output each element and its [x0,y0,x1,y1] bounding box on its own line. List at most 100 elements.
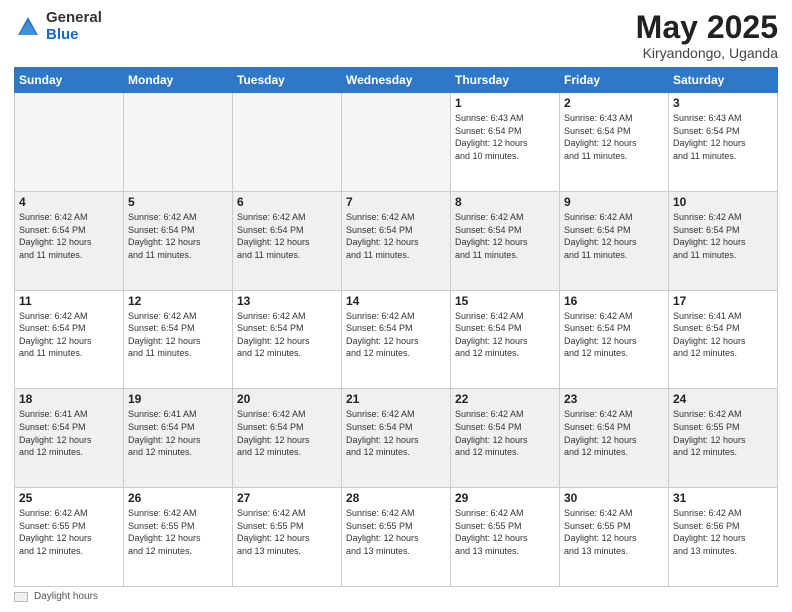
day-info: Sunrise: 6:42 AM Sunset: 6:54 PM Dayligh… [455,408,555,458]
day-info: Sunrise: 6:42 AM Sunset: 6:54 PM Dayligh… [237,211,337,261]
day-number: 15 [455,294,555,308]
day-number: 5 [128,195,228,209]
table-row: 25 Sunrise: 6:42 AM Sunset: 6:55 PM Dayli… [15,488,124,587]
table-row: 13 Sunrise: 6:42 AM Sunset: 6:54 PM Dayli… [233,290,342,389]
day-info: Sunrise: 6:42 AM Sunset: 6:54 PM Dayligh… [237,310,337,360]
table-row: 28Sunrise: 6:42 AM Sunset: 6:55 PM Dayli… [342,488,451,587]
daylight-box [14,592,28,602]
col-sunday: Sunday [15,68,124,93]
day-number: 13 [237,294,337,308]
day-number: 1 [455,96,555,110]
calendar-week-0: 1Sunrise: 6:43 AM Sunset: 6:54 PM Daylig… [15,93,778,192]
table-row: 30 Sunrise: 6:42 AM Sunset: 6:55 PM Dayli… [560,488,669,587]
day-info: Sunrise: 6:42 AM Sunset: 6:54 PM Dayligh… [346,310,446,360]
day-number: 3 [673,96,773,110]
day-number: 10 [673,195,773,209]
calendar-table: Sunday Monday Tuesday Wednesday Thursday… [14,67,778,587]
day-number: 20 [237,392,337,406]
day-info: Sunrise: 6:42 AM Sunset: 6:54 PM Dayligh… [564,408,664,458]
day-number: 12 [128,294,228,308]
table-row: 17 Sunrise: 6:41 AM Sunset: 6:54 PM Dayli… [669,290,778,389]
day-info: Sunrise: 6:41 AM Sunset: 6:54 PM Dayligh… [19,408,119,458]
table-row: 29Sunrise: 6:42 AM Sunset: 6:55 PM Dayli… [451,488,560,587]
day-number: 28 [346,491,446,505]
table-row: 6 Sunrise: 6:42 AM Sunset: 6:54 PM Daylig… [233,191,342,290]
calendar-week-1: 4Sunrise: 6:42 AM Sunset: 6:54 PM Daylig… [15,191,778,290]
table-row [342,93,451,192]
day-info: Sunrise: 6:42 AM Sunset: 6:54 PM Dayligh… [673,211,773,261]
table-row: 8Sunrise: 6:42 AM Sunset: 6:54 PM Daylig… [451,191,560,290]
col-monday: Monday [124,68,233,93]
day-number: 17 [673,294,773,308]
day-info: Sunrise: 6:42 AM Sunset: 6:54 PM Dayligh… [455,211,555,261]
calendar-week-4: 25 Sunrise: 6:42 AM Sunset: 6:55 PM Dayli… [15,488,778,587]
table-row: 1Sunrise: 6:43 AM Sunset: 6:54 PM Daylig… [451,93,560,192]
day-number: 31 [673,491,773,505]
day-info: Sunrise: 6:42 AM Sunset: 6:55 PM Dayligh… [673,408,773,458]
day-number: 25 [19,491,119,505]
table-row [233,93,342,192]
day-info: Sunrise: 6:42 AM Sunset: 6:54 PM Dayligh… [237,408,337,458]
logo-general: General [46,9,102,26]
col-wednesday: Wednesday [342,68,451,93]
table-row: 18Sunrise: 6:41 AM Sunset: 6:54 PM Dayli… [15,389,124,488]
table-row: 3Sunrise: 6:43 AM Sunset: 6:54 PM Daylig… [669,93,778,192]
table-row: 22 Sunrise: 6:42 AM Sunset: 6:54 PM Dayli… [451,389,560,488]
day-info: Sunrise: 6:41 AM Sunset: 6:54 PM Dayligh… [673,310,773,360]
title-block: May 2025 Kiryandongo, Uganda [636,10,778,61]
table-row [124,93,233,192]
day-info: Sunrise: 6:42 AM Sunset: 6:55 PM Dayligh… [455,507,555,557]
table-row: 14Sunrise: 6:42 AM Sunset: 6:54 PM Dayli… [342,290,451,389]
table-row: 24 Sunrise: 6:42 AM Sunset: 6:55 PM Dayli… [669,389,778,488]
calendar-header-row: Sunday Monday Tuesday Wednesday Thursday… [15,68,778,93]
col-saturday: Saturday [669,68,778,93]
day-number: 21 [346,392,446,406]
table-row: 19Sunrise: 6:41 AM Sunset: 6:54 PM Dayli… [124,389,233,488]
logo: General Blue [14,10,102,43]
col-tuesday: Tuesday [233,68,342,93]
table-row: 4Sunrise: 6:42 AM Sunset: 6:54 PM Daylig… [15,191,124,290]
day-info: Sunrise: 6:42 AM Sunset: 6:55 PM Dayligh… [237,507,337,557]
table-row: 9 Sunrise: 6:42 AM Sunset: 6:54 PM Daylig… [560,191,669,290]
day-number: 2 [564,96,664,110]
table-row: 21Sunrise: 6:42 AM Sunset: 6:54 PM Dayli… [342,389,451,488]
day-info: Sunrise: 6:42 AM Sunset: 6:54 PM Dayligh… [19,211,119,261]
page: General Blue May 2025 Kiryandongo, Ugand… [0,0,792,612]
day-number: 6 [237,195,337,209]
table-row: 10 Sunrise: 6:42 AM Sunset: 6:54 PM Dayli… [669,191,778,290]
day-info: Sunrise: 6:42 AM Sunset: 6:55 PM Dayligh… [564,507,664,557]
day-info: Sunrise: 6:42 AM Sunset: 6:54 PM Dayligh… [564,211,664,261]
day-number: 24 [673,392,773,406]
col-thursday: Thursday [451,68,560,93]
calendar-week-2: 11 Sunrise: 6:42 AM Sunset: 6:54 PM Dayli… [15,290,778,389]
table-row: 26 Sunrise: 6:42 AM Sunset: 6:55 PM Dayli… [124,488,233,587]
day-info: Sunrise: 6:42 AM Sunset: 6:55 PM Dayligh… [128,507,228,557]
day-info: Sunrise: 6:42 AM Sunset: 6:55 PM Dayligh… [19,507,119,557]
day-number: 22 [455,392,555,406]
table-row: 23 Sunrise: 6:42 AM Sunset: 6:54 PM Dayli… [560,389,669,488]
day-info: Sunrise: 6:41 AM Sunset: 6:54 PM Dayligh… [128,408,228,458]
day-number: 26 [128,491,228,505]
logo-text: General Blue [46,10,102,43]
day-info: Sunrise: 6:42 AM Sunset: 6:54 PM Dayligh… [346,211,446,261]
day-info: Sunrise: 6:42 AM Sunset: 6:54 PM Dayligh… [564,310,664,360]
day-number: 16 [564,294,664,308]
table-row: 5Sunrise: 6:42 AM Sunset: 6:54 PM Daylig… [124,191,233,290]
day-number: 9 [564,195,664,209]
table-row: 11 Sunrise: 6:42 AM Sunset: 6:54 PM Dayli… [15,290,124,389]
day-number: 7 [346,195,446,209]
day-info: Sunrise: 6:42 AM Sunset: 6:56 PM Dayligh… [673,507,773,557]
day-info: Sunrise: 6:42 AM Sunset: 6:54 PM Dayligh… [19,310,119,360]
calendar-week-3: 18Sunrise: 6:41 AM Sunset: 6:54 PM Dayli… [15,389,778,488]
table-row: 15 Sunrise: 6:42 AM Sunset: 6:54 PM Dayli… [451,290,560,389]
table-row: 27 Sunrise: 6:42 AM Sunset: 6:55 PM Dayli… [233,488,342,587]
day-number: 30 [564,491,664,505]
day-number: 27 [237,491,337,505]
day-info: Sunrise: 6:42 AM Sunset: 6:54 PM Dayligh… [455,310,555,360]
day-number: 11 [19,294,119,308]
table-row: 31 Sunrise: 6:42 AM Sunset: 6:56 PM Dayli… [669,488,778,587]
day-number: 23 [564,392,664,406]
table-row [15,93,124,192]
footer: Daylight hours [14,591,778,602]
day-info: Sunrise: 6:42 AM Sunset: 6:54 PM Dayligh… [128,310,228,360]
